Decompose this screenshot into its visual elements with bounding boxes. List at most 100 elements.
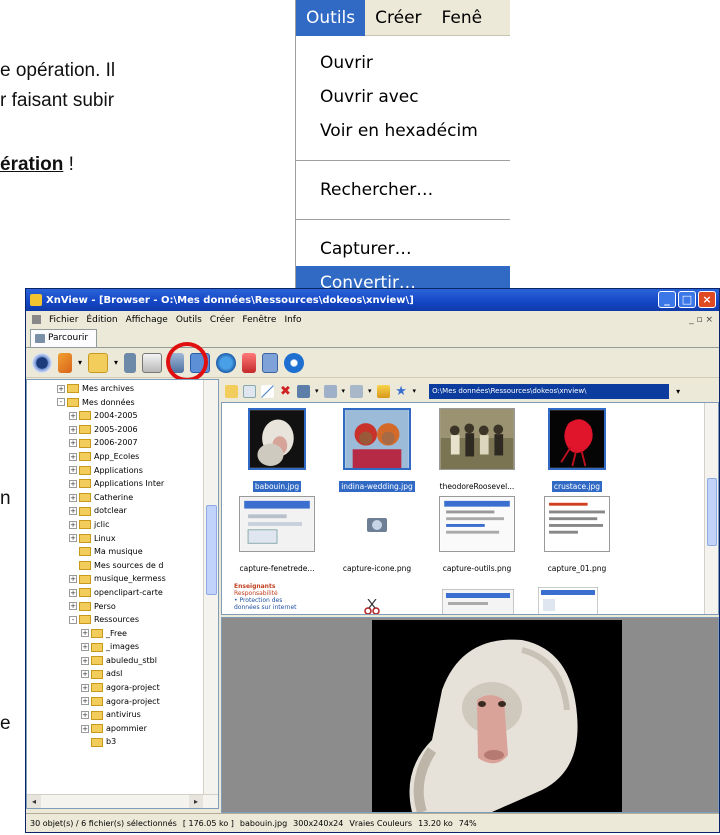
collapse-icon[interactable]: - [57,398,65,407]
menu-item-capturer[interactable]: Capturer… [296,232,510,266]
tree-item[interactable]: - Mes données [27,396,218,410]
close-button[interactable]: × [698,291,716,308]
tree-item[interactable]: + Applications Inter [27,477,218,491]
tree-item[interactable]: + Perso [27,600,218,614]
expand-icon[interactable]: + [69,439,77,448]
thumbnail-item[interactable]: capture_01.png [527,496,627,575]
tree-item[interactable]: + abuledu_stbl [27,654,218,668]
dropdown-arrow-icon[interactable]: ▾ [78,358,82,367]
expand-icon[interactable]: + [57,384,65,393]
menu-affichage[interactable]: Affichage [126,315,168,325]
menubar-fenetre[interactable]: Fenê [432,0,493,36]
expand-icon[interactable]: + [69,452,77,461]
expand-icon[interactable]: + [69,602,77,611]
tree-item[interactable]: b3 [27,735,218,749]
tree-item[interactable]: + jclic [27,518,218,532]
thumbnail-item[interactable]: theodoreRoosevel... [427,408,527,493]
mdi-controls[interactable]: _ ▫ × [689,315,719,325]
print-icon[interactable] [124,352,137,373]
thumbnail-item[interactable]: babouin.jpg [227,408,327,493]
filter-icon[interactable] [350,384,364,398]
delete-icon[interactable]: ✖ [279,385,292,398]
partial-thumbnail[interactable]: Enseignants Responsabilité • Protection … [234,583,314,611]
scroll-right-icon[interactable]: ▸ [189,795,203,808]
expand-icon[interactable]: + [81,670,89,679]
tree-item[interactable]: +2004-2005 [27,409,218,423]
menu-item-rechercher[interactable]: Rechercher… [296,173,510,207]
menu-edition[interactable]: Édition [86,315,117,325]
expand-icon[interactable]: + [69,575,77,584]
tree-item[interactable]: + Mes archives [27,382,218,396]
convert-icon[interactable] [142,352,163,373]
tree-scroll-thumb[interactable] [206,505,217,595]
refresh-icon[interactable] [376,384,390,398]
expand-icon[interactable]: + [69,588,77,597]
help-icon[interactable] [284,352,305,373]
collapse-icon[interactable]: - [69,615,77,624]
thumbnail-scrollbar[interactable] [704,403,718,614]
rename-icon[interactable] [261,384,274,398]
menu-item-hexa[interactable]: Voir en hexadécim [296,114,510,148]
expand-icon[interactable]: + [69,466,77,475]
expand-icon[interactable]: + [69,507,77,516]
expand-icon[interactable]: + [81,697,89,706]
tree-item[interactable]: + adsl [27,667,218,681]
tree-item[interactable]: + _images [27,640,218,654]
dropdown-arrow-icon[interactable]: ▾ [368,387,372,395]
dropdown-arrow-icon[interactable]: ▾ [114,358,118,367]
tree-item[interactable]: + App_Ecoles [27,450,218,464]
tree-item[interactable]: +2005-2006 [27,423,218,437]
tree-item[interactable]: Mes sources de d [27,559,218,573]
globe-icon[interactable] [216,352,237,373]
view-mode-icon[interactable] [297,384,310,398]
tree-item[interactable]: + Applications [27,464,218,478]
tree-item[interactable]: - Ressources [27,613,218,627]
menubar-creer[interactable]: Créer [365,0,431,36]
tree-horizontal-scrollbar[interactable]: ◂ ▸ [27,794,218,808]
menu-info[interactable]: Info [284,315,301,325]
expand-icon[interactable]: + [81,683,89,692]
thumbnail-scroll-thumb[interactable] [707,478,717,546]
menubar-outils[interactable]: Outils [296,0,366,36]
tree-item[interactable]: +2006-2007 [27,436,218,450]
expand-icon[interactable]: + [69,534,77,543]
folder-icon[interactable] [88,352,109,373]
thumbnail-item[interactable]: capture-icone.png [327,496,427,575]
tree-item[interactable]: + Linux [27,532,218,546]
partial-thumbnail[interactable] [442,589,514,615]
tree-item[interactable]: + apommier [27,722,218,736]
partial-thumbnail[interactable] [538,587,598,615]
chevron-down-icon[interactable]: ▾ [676,387,680,396]
minimize-button[interactable]: _ [658,291,676,308]
expand-icon[interactable]: + [81,656,89,665]
expand-icon[interactable]: + [69,411,77,420]
expand-icon[interactable]: + [81,629,89,638]
tab-parcourir[interactable]: Parcourir [30,329,98,347]
expand-icon[interactable]: + [69,425,77,434]
tree-item[interactable]: + Catherine [27,491,218,505]
tree-item[interactable]: + openclipart-carte [27,586,218,600]
sort-icon[interactable] [323,384,337,398]
path-input[interactable]: O:\Mes données\Ressources\dokeos\xnview\ [429,383,670,399]
thumbnail-item[interactable]: crustace.jpg [527,408,627,493]
dropdown-arrow-icon[interactable]: ▾ [413,387,417,395]
menu-fenetre[interactable]: Fenêtre [242,315,276,325]
tree-item[interactable]: Ma musique [27,545,218,559]
calendar-icon[interactable] [242,352,257,373]
expand-icon[interactable]: + [69,520,77,529]
tree-item[interactable]: + musique_kermess [27,572,218,586]
tree-item[interactable]: + dotclear [27,504,218,518]
menu-item-ouvrir-avec[interactable]: Ouvrir avec [296,80,510,114]
thumbnail-item[interactable]: indina-wedding.jpg [327,408,427,493]
expand-icon[interactable]: + [69,479,77,488]
thumbnail-item[interactable]: capture-fenetrede... [227,496,327,575]
expand-icon[interactable]: + [81,711,89,720]
menu-outils[interactable]: Outils [176,315,202,325]
tree-item[interactable]: + _Free [27,627,218,641]
back-icon[interactable] [58,352,72,373]
tree-item[interactable]: + antivirus [27,708,218,722]
tree-item[interactable]: + agora-project [27,681,218,695]
scroll-left-icon[interactable]: ◂ [27,795,41,808]
menu-item-ouvrir[interactable]: Ouvrir [296,46,510,80]
eye-icon[interactable] [32,352,52,373]
